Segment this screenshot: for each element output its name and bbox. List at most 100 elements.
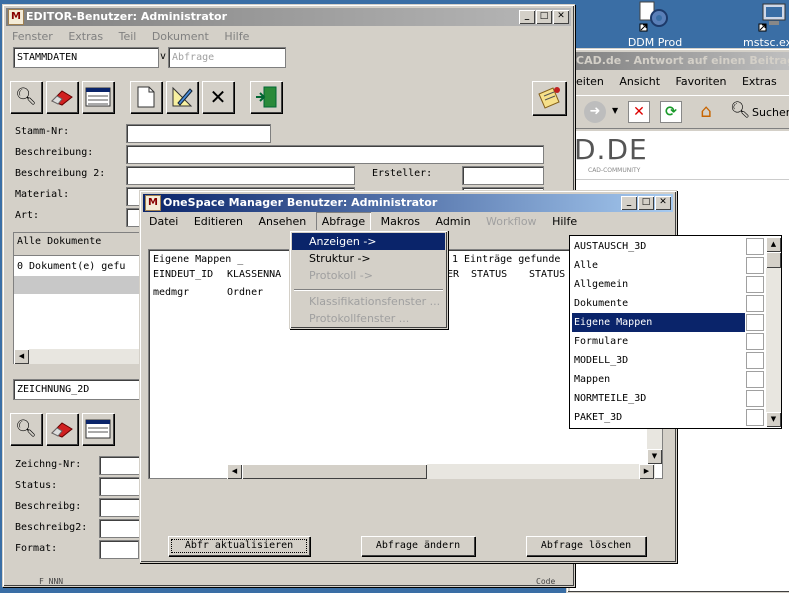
minimize-icon[interactable]: _ <box>519 10 535 24</box>
scroll-thumb[interactable] <box>242 464 427 479</box>
combo-arrow[interactable]: v <box>160 51 166 62</box>
query-list-checkbox[interactable] <box>746 276 764 293</box>
zeichnung-combo[interactable]: ZEICHNUNG_2D <box>13 379 145 400</box>
search-icon[interactable]: 🔍︎ <box>730 100 750 119</box>
close-icon[interactable]: ✕ <box>655 196 671 210</box>
wizard-button[interactable] <box>532 81 566 115</box>
dropdown-arrow-icon[interactable]: ▼ <box>612 106 618 115</box>
query-list-checkbox[interactable] <box>746 371 764 388</box>
menu-dokument[interactable]: Dokument <box>146 28 215 46</box>
query-list-checkbox[interactable] <box>746 295 764 312</box>
browser-menu-item[interactable]: eiten <box>570 73 610 91</box>
new-document-button[interactable] <box>130 81 162 113</box>
menu-extras[interactable]: Extras <box>62 28 109 46</box>
menu-item-protokollfenster[interactable]: Protokollfenster ... <box>292 310 445 327</box>
menu-item-protokoll[interactable]: Protokoll -> <box>292 267 445 284</box>
beschreibung-field[interactable] <box>126 145 544 164</box>
browser-search-label[interactable]: Sucher <box>752 106 789 119</box>
query-list-item[interactable]: Dokumente <box>572 294 745 313</box>
column-header[interactable]: STATUS <box>471 269 507 280</box>
abfrage-field[interactable]: Abfrage <box>168 47 286 68</box>
maximize-icon[interactable]: □ <box>638 196 654 210</box>
zeichng-nr-field[interactable] <box>99 456 143 475</box>
desktop-icon-mstsc[interactable]: mstsc.ex <box>735 0 789 49</box>
menu-hilfe[interactable]: Hilfe <box>546 212 583 232</box>
menu-fenster[interactable]: Fenster <box>6 28 59 46</box>
editor-title-bar[interactable]: M EDITOR-Benutzer: Administrator _ □ ✕ <box>6 8 571 26</box>
beschreibung2-field[interactable] <box>126 166 355 185</box>
exit-button[interactable] <box>250 81 282 113</box>
beschreibg2-field[interactable] <box>99 519 143 538</box>
list-view-button[interactable] <box>82 81 114 113</box>
menu-editieren[interactable]: Editieren <box>188 212 249 232</box>
documents-hscroll[interactable]: ◀ <box>14 349 144 364</box>
documents-list[interactable]: 0 Dokument(e) gefu <box>14 255 144 349</box>
menu-item-anzeigen[interactable]: Anzeigen -> <box>292 233 445 250</box>
query-list-item[interactable]: MODELL_3D <box>572 351 745 370</box>
query-list-checkbox[interactable] <box>746 257 764 274</box>
forward-arrow-icon[interactable]: ➜ <box>584 101 606 123</box>
browser-menu-item[interactable]: Ansicht <box>613 73 666 91</box>
scroll-up-icon[interactable]: ▲ <box>766 237 781 252</box>
eraser-button[interactable] <box>46 81 78 113</box>
eraser-button-2[interactable] <box>46 413 78 445</box>
beschreibg-field[interactable] <box>99 498 143 517</box>
scroll-right-icon[interactable]: ▶ <box>639 464 654 479</box>
menu-admin[interactable]: Admin <box>429 212 476 232</box>
query-list-item-selected[interactable]: Eigene Mappen <box>572 313 745 332</box>
refresh-icon[interactable]: ⟳ <box>660 101 682 123</box>
menu-hilfe[interactable]: Hilfe <box>218 28 255 46</box>
menu-datei[interactable]: Datei <box>143 212 184 232</box>
stop-icon[interactable]: ✕ <box>628 101 650 123</box>
query-list-vscroll[interactable]: ▲ ▼ <box>766 237 781 427</box>
query-list-item[interactable]: AUSTAUSCH_3D <box>572 237 745 256</box>
menu-makros[interactable]: Makros <box>375 212 426 232</box>
close-icon[interactable]: ✕ <box>553 10 569 24</box>
list-view-button-2[interactable] <box>82 413 114 445</box>
onespace-title-bar[interactable]: M OneSpace Manager Benutzer: Administrat… <box>143 194 673 212</box>
column-header[interactable]: KLASSENNA <box>227 269 281 280</box>
menu-abfrage[interactable]: Abfrage <box>316 212 371 232</box>
query-list-item[interactable]: Formulare <box>572 332 745 351</box>
query-list-item[interactable]: NORMTEILE_3D <box>572 389 745 408</box>
edit-button[interactable] <box>166 81 198 113</box>
scroll-down-icon[interactable]: ▼ <box>647 449 662 464</box>
change-query-button[interactable]: Abfrage ändern <box>361 536 475 556</box>
desktop-icon-ddm-prod[interactable]: DDM Prod <box>620 0 690 49</box>
menu-teil[interactable]: Teil <box>113 28 143 46</box>
query-list-checkbox[interactable] <box>746 238 764 255</box>
column-header[interactable]: STATUS <box>529 269 565 280</box>
menu-workflow[interactable]: Workflow <box>480 212 543 232</box>
scroll-left-icon[interactable]: ◀ <box>227 464 242 479</box>
query-list-checkbox[interactable] <box>746 390 764 407</box>
query-list-item[interactable]: Alle <box>572 256 745 275</box>
stammdaten-combo[interactable]: STAMMDATEN <box>13 47 159 68</box>
menu-item-struktur[interactable]: Struktur -> <box>292 250 445 267</box>
delete-button[interactable]: ✕ <box>202 81 234 113</box>
column-header[interactable]: EINDEUT_ID <box>153 269 213 280</box>
search-button[interactable]: 🔍︎ <box>10 81 42 113</box>
column-header[interactable]: ER <box>447 269 459 280</box>
browser-menu-item[interactable]: Favoriten <box>670 73 733 91</box>
query-list-item[interactable]: Mappen <box>572 370 745 389</box>
status-field[interactable] <box>99 477 143 496</box>
home-icon[interactable]: ⌂ <box>694 100 718 124</box>
browser-menu-item[interactable]: Extras <box>736 73 783 91</box>
query-list-checkbox[interactable] <box>746 333 764 350</box>
query-list-item[interactable]: Allgemein <box>572 275 745 294</box>
stamm-nr-field[interactable] <box>126 124 271 143</box>
query-list-checkbox[interactable] <box>746 314 764 331</box>
query-list-item[interactable]: PAKET_3D <box>572 408 745 427</box>
menu-item-klassifikation[interactable]: Klassifikationsfenster ... <box>292 293 445 310</box>
search-button-2[interactable]: 🔍︎ <box>10 413 42 445</box>
menu-ansehen[interactable]: Ansehen <box>253 212 313 232</box>
results-hscroll[interactable]: ◀ ▶ <box>227 464 655 479</box>
maximize-icon[interactable]: □ <box>536 10 552 24</box>
refresh-query-button[interactable]: Abfr aktualisieren <box>168 536 310 556</box>
scroll-thumb[interactable] <box>766 252 781 268</box>
query-list-checkbox[interactable] <box>746 409 764 426</box>
query-list-checkbox[interactable] <box>746 352 764 369</box>
minimize-icon[interactable]: _ <box>621 196 637 210</box>
ersteller-field[interactable] <box>462 166 544 185</box>
scroll-down-icon[interactable]: ▼ <box>766 412 781 427</box>
